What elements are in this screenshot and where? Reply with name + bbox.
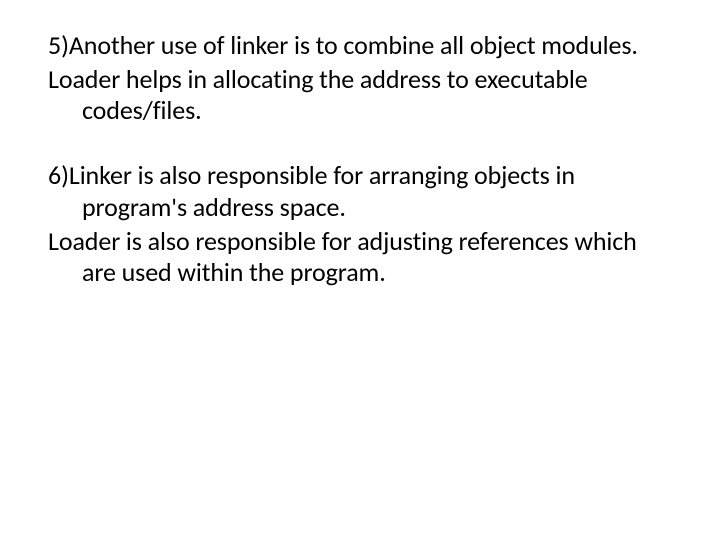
point-5-linker: 5)Another use of linker is to combine al… [48,30,672,62]
point-6-linker: 6)Linker is also responsible for arrangi… [48,160,672,223]
point-5-loader: Loader helps in allocating the address t… [48,64,672,127]
spacer [48,129,672,160]
slide-content: 5)Another use of linker is to combine al… [0,0,720,540]
point-6-loader: Loader is also responsible for adjusting… [48,226,672,289]
